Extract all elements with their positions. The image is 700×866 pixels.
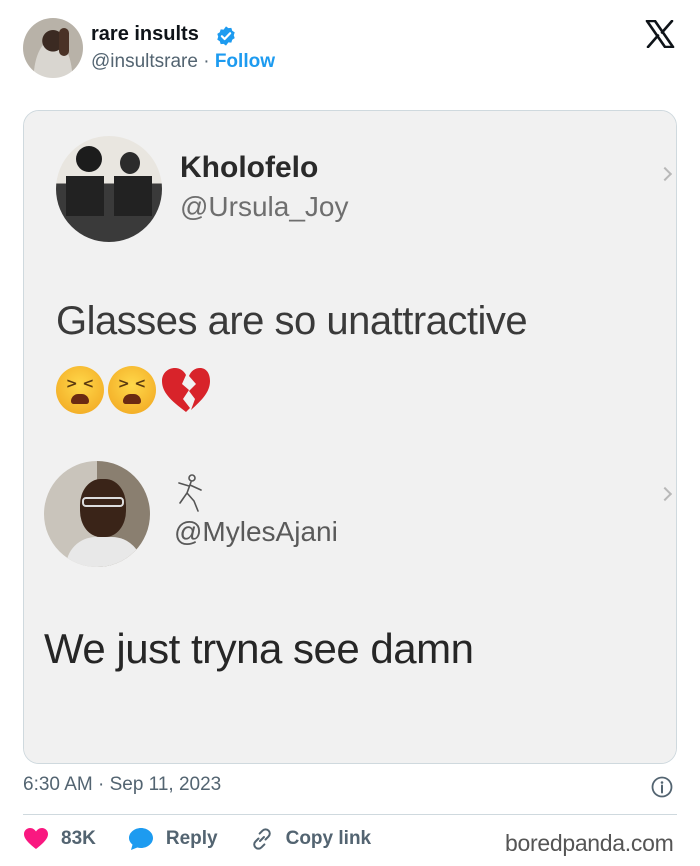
like-button[interactable]: 83K xyxy=(23,827,96,851)
info-icon[interactable] xyxy=(651,776,673,798)
x-logo-icon[interactable] xyxy=(645,20,675,48)
verified-badge-icon xyxy=(217,26,235,46)
avatar-detail xyxy=(66,537,142,567)
avatar-detail xyxy=(59,28,69,56)
avatar-detail xyxy=(76,146,102,172)
quoted-name: Kholofelo xyxy=(180,151,319,184)
copy-link-label: Copy link xyxy=(285,828,372,849)
quoted-tweet-text: Glasses are so unattractive xyxy=(56,299,528,343)
copy-link-button[interactable]: Copy link xyxy=(250,827,372,851)
avatar-detail xyxy=(66,176,104,216)
link-icon xyxy=(252,828,271,850)
author-handle-line: @insultsrare · Follow xyxy=(91,51,275,73)
avatar-detail xyxy=(120,152,140,174)
divider xyxy=(23,814,677,815)
like-count: 83K xyxy=(61,828,96,849)
reply-label: Reply xyxy=(165,828,218,849)
tired-face-icon xyxy=(56,366,104,414)
author-handle[interactable]: @insultsrare xyxy=(91,51,198,72)
separator-dot: · xyxy=(203,51,210,72)
reply-tweet-text: We just tryna see damn xyxy=(44,625,474,672)
broken-heart-icon xyxy=(162,368,210,412)
action-bar: 83K Reply Copy link xyxy=(23,825,403,853)
author-avatar[interactable] xyxy=(23,18,83,78)
dancer-icon xyxy=(178,474,202,512)
watermark: boredpanda.com xyxy=(505,830,674,856)
tweet-embed-card: rare insults @insultsrare · Follow Kholo… xyxy=(0,0,700,866)
follow-button[interactable]: Follow xyxy=(215,51,275,72)
tired-face-icon xyxy=(108,366,156,414)
glasses-detail xyxy=(82,497,124,507)
tweet-media-image[interactable]: Kholofelo @Ursula_Joy Glasses are so una… xyxy=(23,110,677,764)
avatar-detail xyxy=(114,176,152,216)
tweet-timestamp[interactable]: 6:30 AM · Sep 11, 2023 xyxy=(23,774,221,796)
emoji-row xyxy=(56,366,212,416)
avatar-detail xyxy=(80,479,126,537)
reply-bubble-icon xyxy=(128,828,153,850)
heart-icon xyxy=(24,828,48,849)
reply-button[interactable]: Reply xyxy=(128,827,218,851)
reply-handle: @MylesAjani xyxy=(174,516,338,547)
author-name[interactable]: rare insults xyxy=(91,23,199,46)
quoted-avatar-kholofelo xyxy=(56,136,162,242)
quoted-avatar-myles xyxy=(44,461,150,567)
quoted-handle: @Ursula_Joy xyxy=(180,191,349,222)
